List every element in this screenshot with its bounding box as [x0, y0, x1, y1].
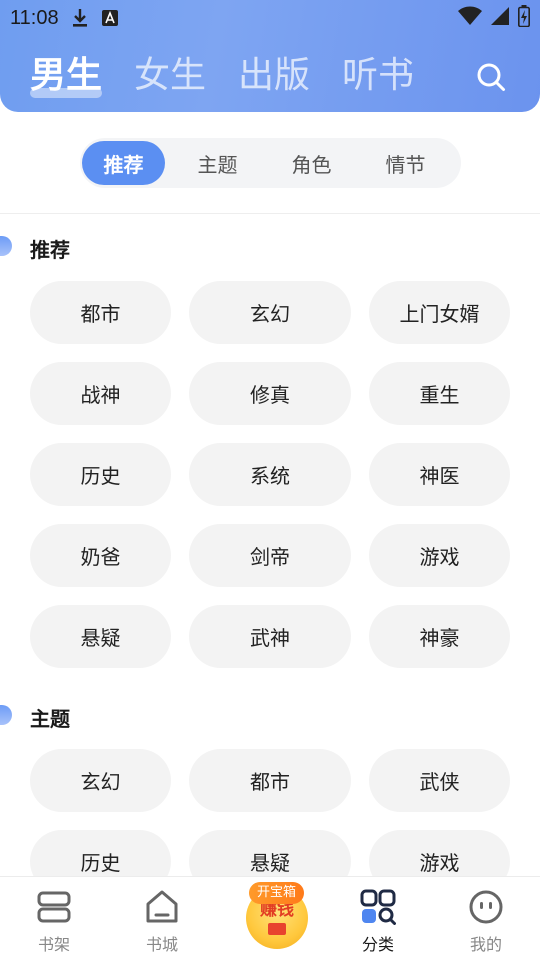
nav-profile[interactable]: 我的 — [432, 877, 540, 960]
treasure-chest-badge[interactable]: 开宝箱 — [249, 882, 305, 904]
tag-chip[interactable]: 重生 — [369, 362, 510, 425]
section-title-recommend: 推荐 — [30, 238, 70, 262]
tag-chip[interactable]: 武侠 — [369, 749, 510, 812]
red-envelope-icon — [268, 923, 286, 935]
nav-category-label: 分类 — [361, 935, 394, 954]
status-bar: 11:08 — [0, 0, 540, 36]
tag-chip[interactable]: 都市 — [30, 281, 171, 344]
tag-chip[interactable]: 神医 — [369, 443, 510, 506]
section-title-theme: 主题 — [30, 707, 70, 731]
nav-profile-label: 我的 — [469, 935, 502, 954]
section-marker — [0, 236, 12, 256]
tag-chip[interactable]: 上门女婿 — [369, 281, 510, 344]
nav-bookstore-label: 书城 — [145, 935, 178, 954]
tag-chip[interactable]: 武神 — [189, 605, 351, 668]
theme-tag-grid: 玄幻 都市 武侠 历史 悬疑 游戏 — [30, 749, 510, 876]
tag-chip[interactable]: 游戏 — [369, 830, 510, 876]
tag-chip[interactable]: 历史 — [30, 830, 171, 876]
segment-tab-theme[interactable]: 主题 — [176, 141, 259, 185]
tag-chip[interactable]: 玄幻 — [30, 749, 171, 812]
segment-tab-role[interactable]: 角色 — [270, 141, 353, 185]
bookshelf-icon — [36, 889, 72, 925]
nav-bookshelf[interactable]: 书架 — [0, 877, 108, 960]
tag-chip[interactable]: 修真 — [189, 362, 351, 425]
tag-chip[interactable]: 历史 — [30, 443, 171, 506]
tag-chip[interactable]: 奶爸 — [30, 524, 171, 587]
tag-chip[interactable]: 悬疑 — [189, 830, 351, 876]
tag-chip[interactable]: 玄幻 — [189, 281, 351, 344]
segment-tab-recommend[interactable]: 推荐 — [82, 141, 165, 185]
tab-female[interactable]: 女生 — [134, 52, 206, 100]
tab-male[interactable]: 男生 — [30, 52, 103, 100]
search-icon[interactable] — [476, 62, 506, 92]
tag-chip[interactable]: 都市 — [189, 749, 351, 812]
recommend-tag-grid: 都市 玄幻 上门女婿 战神 修真 重生 历史 系统 神医 奶爸 剑帝 游戏 悬疑… — [30, 281, 510, 668]
category-content[interactable]: 推荐 都市 玄幻 上门女婿 战神 修真 重生 历史 系统 神医 奶爸 剑帝 游戏… — [0, 214, 540, 876]
nav-bookstore[interactable]: 书城 — [108, 877, 216, 960]
tag-chip[interactable]: 悬疑 — [30, 605, 171, 668]
nav-category[interactable]: 分类 — [324, 877, 432, 960]
battery-icon — [518, 5, 530, 31]
tag-chip[interactable]: 战神 — [30, 362, 171, 425]
app-notification-icon — [101, 9, 119, 27]
wifi-icon — [458, 6, 482, 30]
bottom-nav: 书架 书城 赚钱 开宝箱 分类 我的 — [0, 876, 540, 960]
cell-signal-icon — [490, 6, 510, 30]
section-marker — [0, 705, 12, 725]
category-icon — [360, 889, 396, 925]
status-time: 11:08 — [10, 6, 59, 29]
tag-chip[interactable]: 神豪 — [369, 605, 510, 668]
category-segment-tabs: 推荐 主题 角色 情节 — [80, 138, 461, 188]
tag-chip[interactable]: 游戏 — [369, 524, 510, 587]
tag-chip[interactable]: 剑帝 — [189, 524, 351, 587]
gender-tabs: 男生 女生 出版 听书 — [30, 52, 414, 100]
download-icon — [71, 8, 89, 28]
nav-earn[interactable]: 赚钱 开宝箱 — [216, 877, 324, 960]
tab-audiobook[interactable]: 听书 — [342, 52, 414, 100]
tab-publishing[interactable]: 出版 — [238, 52, 310, 100]
top-header: 11:08 男生 女生 出版 听书 — [0, 0, 540, 112]
profile-icon — [468, 889, 504, 925]
home-icon — [144, 889, 180, 925]
tag-chip[interactable]: 系统 — [189, 443, 351, 506]
nav-bookshelf-label: 书架 — [37, 935, 70, 954]
segment-tab-plot[interactable]: 情节 — [364, 141, 447, 185]
